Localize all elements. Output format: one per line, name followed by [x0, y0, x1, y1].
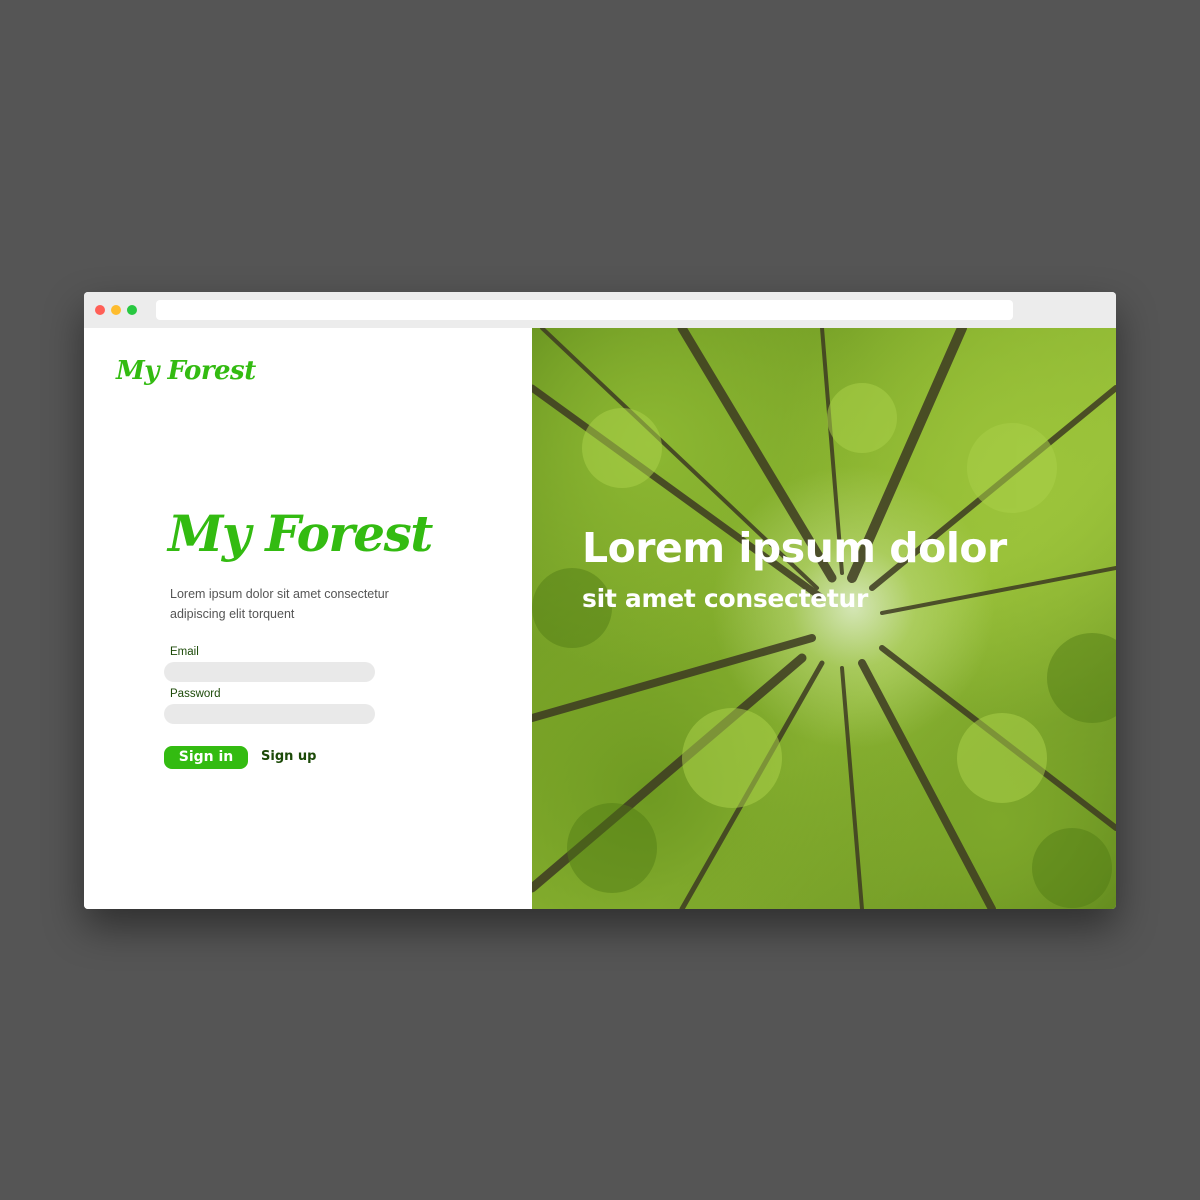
- sign-up-link[interactable]: Sign up: [261, 749, 316, 764]
- login-panel: My Forest My Forest Lorem ipsum dolor si…: [84, 328, 532, 909]
- password-label: Password: [170, 688, 221, 700]
- browser-titlebar: [84, 292, 1116, 328]
- email-label: Email: [170, 646, 199, 658]
- forest-canopy-image: [532, 328, 1116, 909]
- password-field[interactable]: [164, 704, 375, 724]
- minimize-window-icon[interactable]: [111, 305, 121, 315]
- foliage-cluster: [1032, 828, 1112, 908]
- hero-subtitle: sit amet consectetur: [582, 584, 869, 613]
- intro-description: Lorem ipsum dolor sit amet consectetur a…: [170, 587, 389, 621]
- foliage-cluster: [957, 713, 1047, 803]
- sign-in-button[interactable]: Sign in: [164, 746, 248, 769]
- tree-trunk: [532, 634, 816, 722]
- hero-panel: Lorem ipsum dolor sit amet consectetur: [532, 328, 1116, 909]
- hero-title: Lorem ipsum dolor: [582, 524, 1007, 572]
- address-bar[interactable]: [156, 300, 1013, 320]
- foliage-cluster: [682, 708, 782, 808]
- foliage-cluster: [1047, 633, 1116, 723]
- email-field[interactable]: [164, 662, 375, 682]
- foliage-cluster: [567, 803, 657, 893]
- foliage-cluster: [827, 383, 897, 453]
- maximize-window-icon[interactable]: [127, 305, 137, 315]
- tree-trunk: [880, 566, 1116, 615]
- tree-trunk: [840, 666, 864, 909]
- brand-logo-large: My Forest: [168, 504, 433, 563]
- foliage-cluster: [582, 408, 662, 488]
- close-window-icon[interactable]: [95, 305, 105, 315]
- brand-logo-small[interactable]: My Forest: [116, 356, 256, 386]
- foliage-cluster: [967, 423, 1057, 513]
- browser-window: My Forest My Forest Lorem ipsum dolor si…: [84, 292, 1116, 909]
